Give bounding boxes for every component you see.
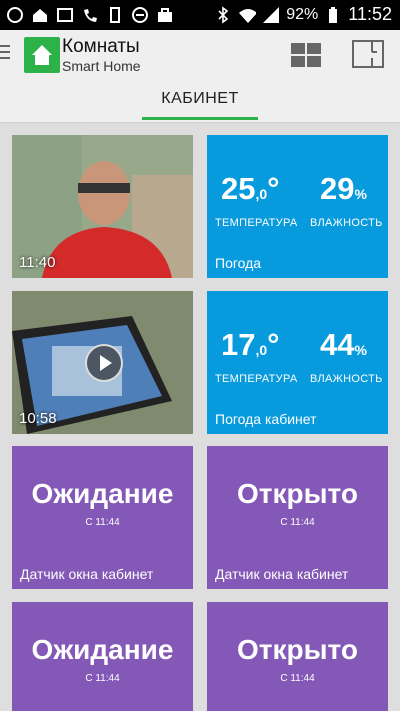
humidity-value: 29% [320, 171, 367, 206]
battery-icon [324, 6, 342, 24]
camera-tile-2[interactable]: 10:58 [12, 291, 193, 434]
sensor-since: С 11:44 [280, 517, 315, 528]
sensor-tile-1[interactable]: Ожидание С 11:44 Датчик окна кабинет [12, 446, 193, 589]
floor-plan-icon[interactable] [352, 40, 384, 68]
humidity-label: ВЛАЖНОСТЬ [310, 217, 383, 229]
sensor-tile-4[interactable]: Открыто С 11:44 [207, 602, 388, 711]
temperature-label: ТЕМПЕРАТУРА [215, 373, 298, 385]
weather-tile-2[interactable]: 17,0° 44% ТЕМПЕРАТУРА ВЛАЖНОСТЬ Погода к… [207, 291, 388, 434]
camera-tile-1[interactable]: 11:40 [12, 135, 193, 278]
temperature-label: ТЕМПЕРАТУРА [215, 217, 298, 229]
battery-percent: 92% [286, 5, 319, 23]
humidity-label: ВЛАЖНОСТЬ [310, 373, 383, 385]
do-not-disturb-icon [131, 6, 149, 24]
clock: 11:52 [348, 4, 392, 24]
drawer-menu-icon[interactable] [0, 45, 10, 63]
sensor-state: Ожидание [31, 634, 174, 665]
humidity-value: 44% [320, 327, 367, 362]
sensor-state: Открыто [237, 478, 358, 509]
sensor-tile-2[interactable]: Открыто С 11:44 Датчик окна кабинет [207, 446, 388, 589]
app-subtitle: Smart Home [62, 58, 141, 74]
whatsapp-icon [6, 6, 24, 24]
battery-saver-icon [106, 6, 124, 24]
temperature-value: 17,0° [221, 327, 280, 362]
app-title: Комнаты [62, 36, 140, 57]
bluetooth-icon [214, 5, 232, 24]
home-icon [31, 6, 49, 24]
grid-view-icon[interactable] [290, 42, 322, 68]
wifi-icon [238, 6, 257, 24]
camera-time-2: 10:58 [19, 410, 57, 427]
tab-kabinet[interactable]: КАБИНЕТ [0, 90, 400, 108]
sensor-since: С 11:44 [85, 673, 120, 684]
sensor-state: Ожидание [31, 478, 174, 509]
app-bar [0, 30, 400, 78]
sensor-state: Открыто [237, 634, 358, 665]
sensor-since: С 11:44 [280, 673, 315, 684]
tile-name: Датчик окна кабинет [215, 566, 349, 582]
tile-name: Погода [215, 255, 262, 271]
camera-time-1: 11:40 [19, 254, 56, 271]
briefcase-icon [156, 6, 174, 24]
app-logo-icon [24, 37, 60, 73]
weather-tile-1[interactable]: 25,0° 29% ТЕМПЕРАТУРА ВЛАЖНОСТЬ Погода [207, 135, 388, 278]
sensor-since: С 11:44 [85, 517, 120, 528]
tab-indicator [142, 117, 258, 120]
gallery-icon [56, 6, 74, 24]
temperature-value: 25,0° [221, 171, 280, 206]
sensor-tile-3[interactable]: Ожидание С 11:44 [12, 602, 193, 711]
play-icon[interactable] [85, 344, 123, 382]
tile-name: Погода кабинет [215, 411, 317, 427]
status-bar: 92% 11:52 [0, 0, 400, 30]
missed-call-icon [81, 6, 99, 24]
tile-name: Датчик окна кабинет [20, 566, 154, 582]
signal-icon [262, 6, 280, 24]
